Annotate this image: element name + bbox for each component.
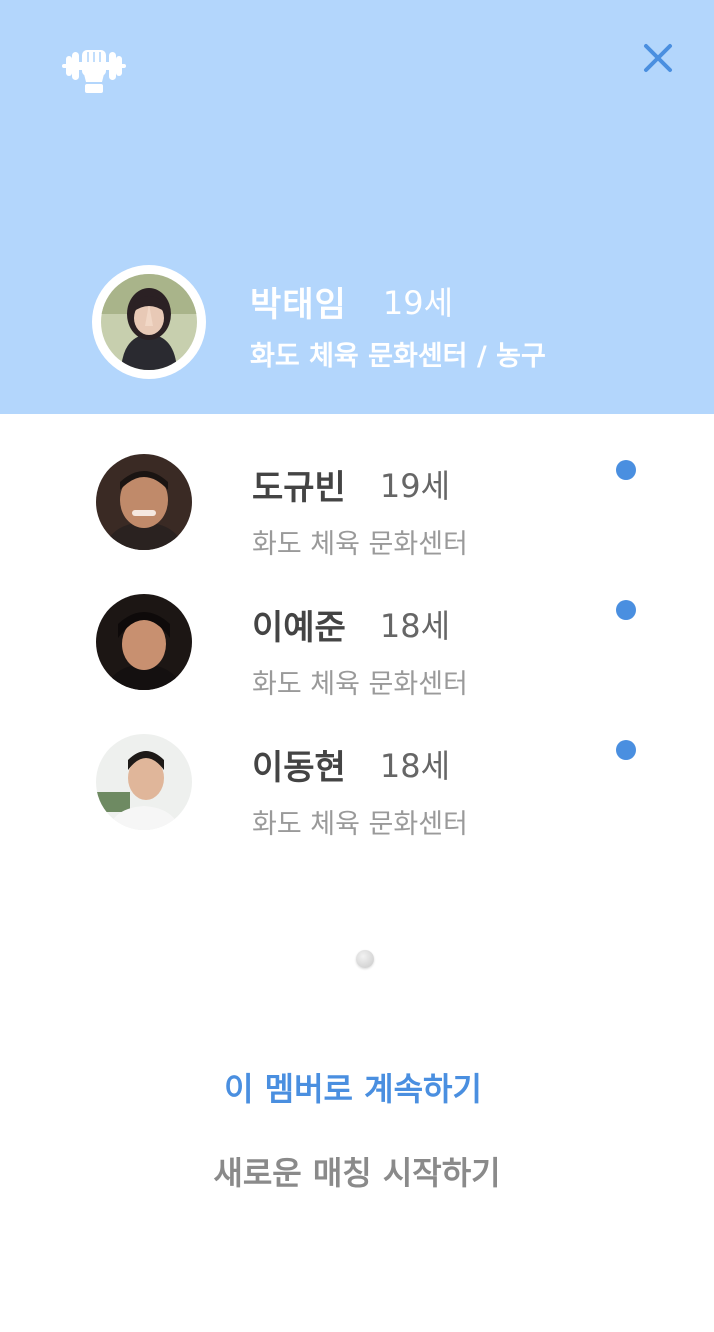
member-age: 19세 bbox=[379, 467, 451, 505]
online-status-dot bbox=[616, 460, 636, 480]
member-row[interactable]: 이예준 18세 화도 체육 문화센터 bbox=[0, 594, 714, 714]
start-new-match-button[interactable]: 새로운 매칭 시작하기 bbox=[0, 1148, 714, 1194]
member-age: 18세 bbox=[379, 607, 451, 645]
close-button[interactable] bbox=[638, 38, 678, 78]
member-avatar bbox=[96, 734, 192, 830]
member-name: 도규빈 bbox=[252, 467, 346, 508]
continue-with-members-button[interactable]: 이 멤버로 계속하기 bbox=[0, 1064, 706, 1110]
member-affiliation: 화도 체육 문화센터 bbox=[252, 529, 468, 560]
close-icon bbox=[644, 44, 672, 72]
my-name: 박태임 bbox=[250, 284, 347, 325]
my-avatar-ring bbox=[92, 265, 206, 379]
page-indicator-dot bbox=[356, 950, 374, 968]
member-affiliation: 화도 체육 문화센터 bbox=[252, 809, 468, 840]
member-name: 이예준 bbox=[252, 607, 346, 648]
member-row[interactable]: 이동현 18세 화도 체육 문화센터 bbox=[0, 734, 714, 854]
member-avatar bbox=[96, 594, 192, 690]
member-avatar bbox=[96, 454, 192, 550]
member-name-row: 도규빈 19세 bbox=[252, 460, 450, 508]
online-status-dot bbox=[616, 600, 636, 620]
member-name: 이동현 bbox=[252, 747, 346, 788]
my-affiliation: 화도 체육 문화센터 / 농구 bbox=[250, 341, 546, 372]
my-avatar bbox=[101, 274, 197, 370]
member-age: 18세 bbox=[379, 747, 451, 785]
member-name-row: 이동현 18세 bbox=[252, 740, 450, 788]
online-status-dot bbox=[616, 740, 636, 760]
fist-dumbbell-logo-icon bbox=[62, 50, 126, 93]
member-affiliation: 화도 체육 문화센터 bbox=[252, 669, 468, 700]
my-name-row: 박태임 19세 bbox=[250, 278, 454, 325]
my-age: 19세 bbox=[382, 284, 454, 322]
member-name-row: 이예준 18세 bbox=[252, 600, 450, 648]
member-row[interactable]: 도규빈 19세 화도 체육 문화센터 bbox=[0, 454, 714, 574]
profile-header: 박태임 19세 화도 체육 문화센터 / 농구 bbox=[0, 0, 714, 414]
